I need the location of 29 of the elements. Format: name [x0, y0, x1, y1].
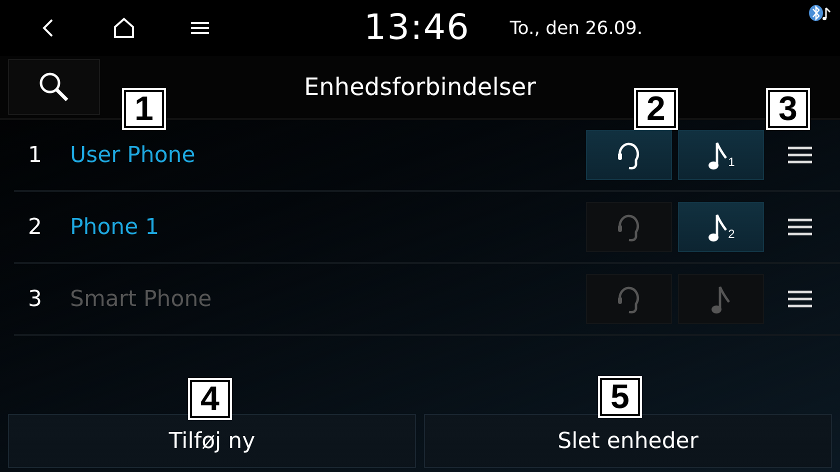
audio-connection-button[interactable]: 2: [678, 202, 764, 252]
device-number: 3: [27, 286, 43, 312]
audio-index: 2: [728, 227, 735, 241]
menu-icon: [787, 290, 813, 308]
callout-label: 2: [636, 90, 676, 128]
menu-icon: [190, 20, 210, 36]
home-icon: [112, 17, 136, 39]
callout-label: 1: [124, 90, 164, 128]
device-name[interactable]: User Phone: [70, 142, 586, 168]
screen-title: Enhedsforbindelser: [304, 73, 536, 101]
clock-time: 13:46: [364, 8, 470, 48]
device-number: 2: [27, 214, 43, 240]
callout-label: 4: [190, 380, 230, 418]
callout-label: 5: [600, 378, 640, 416]
bluetooth-audio-icon: [808, 4, 832, 24]
phone-connection-button[interactable]: [586, 130, 672, 180]
audio-index: 1: [728, 155, 735, 169]
search-icon: [37, 70, 71, 104]
search-button[interactable]: [8, 59, 100, 115]
device-number: 1: [27, 142, 43, 168]
audio-connection-button[interactable]: 1: [678, 130, 764, 180]
action-button[interactable]: Tilføj ny: [8, 414, 416, 468]
menu-icon: [787, 218, 813, 236]
menu-icon: [787, 146, 813, 164]
date-text: To., den 26.09.: [510, 18, 643, 38]
audio-connection-button[interactable]: [678, 274, 764, 324]
callout-label: 3: [768, 90, 808, 128]
device-name[interactable]: Phone 1: [70, 214, 586, 240]
action-button[interactable]: Slet enheder: [424, 414, 832, 468]
